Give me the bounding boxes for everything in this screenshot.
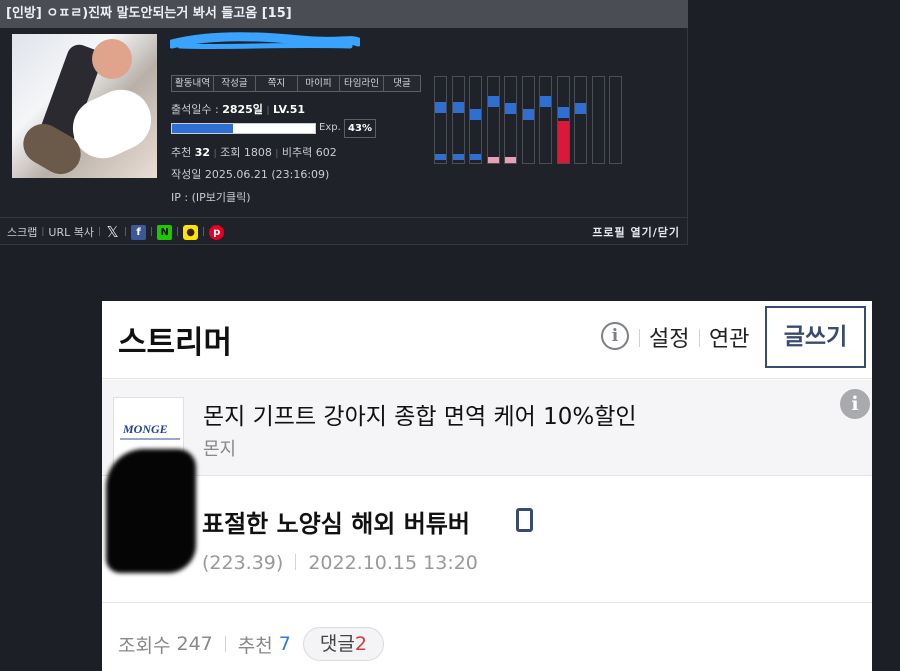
tab-comments[interactable]: 댓글 — [383, 75, 421, 92]
nonrec-count: 비추력 602 — [281, 146, 337, 159]
activity-mark-top — [435, 101, 446, 113]
mobile-screenshot: 스트리머 i 설정 연관 글쓰기 MONGE 몬지 기프트 강아지 종합 면역 … — [102, 301, 872, 671]
recommend-label-m: 추천 — [237, 634, 273, 657]
author-ip: (223.39) — [202, 552, 284, 574]
activity-mark-top — [557, 106, 569, 118]
facebook-icon[interactable]: f — [131, 224, 147, 240]
activity-column — [574, 76, 587, 164]
views-label: 조회수 — [118, 634, 171, 657]
activity-mark-bottom — [487, 157, 499, 164]
post-title: [인방] ㅇㅍㄹ)진짜 말도안되는거 봐서 들고옴 [15] — [0, 0, 688, 28]
profile-toggle-button[interactable]: 프로필 열기/닫기 — [592, 224, 680, 240]
post-stats-line: 추천 32 | 조회 1808 | 비추력 602 — [171, 146, 337, 159]
x-icon[interactable]: 𝕏 — [105, 224, 120, 240]
post-date: 작성일 2025.06.21 (23:16:09) — [171, 168, 330, 181]
activity-mark-top — [575, 103, 586, 115]
related-link[interactable]: 연관 — [709, 321, 749, 353]
tab-posts[interactable]: 작성글 — [213, 75, 255, 92]
activity-column — [469, 76, 482, 164]
activity-mark-top — [505, 103, 516, 115]
exp-progress-fill — [172, 124, 234, 133]
reply-button[interactable]: 댓글2 — [302, 627, 384, 661]
redaction-blob — [106, 449, 196, 573]
activity-mark-bottom — [470, 153, 481, 160]
activity-column — [609, 76, 622, 164]
naver-icon[interactable]: N — [157, 224, 173, 240]
views-value: 247 — [176, 633, 213, 655]
post-datetime: 2022.10.15 13:20 — [308, 552, 478, 574]
attendance-label: 출석일수 : — [171, 103, 219, 116]
board-header: 스트리머 i 설정 연관 글쓰기 — [102, 301, 872, 379]
scrap-button[interactable]: 스크랩 — [7, 224, 37, 240]
tab-activity[interactable]: 활동내역 — [171, 75, 213, 92]
activity-column — [591, 76, 605, 164]
ad-brand: 몬지 — [203, 439, 237, 460]
activity-mark-top — [452, 101, 464, 113]
activity-column — [504, 76, 517, 164]
recommend-value-m: 7 — [278, 633, 291, 655]
attendance-value: 2825일 — [222, 103, 263, 116]
activity-mark-bottom — [505, 157, 516, 164]
profile-tabs: 활동내역 작성글 쪽지 마이피 타임라인 댓글 — [171, 75, 421, 92]
url-copy-button[interactable]: URL 복사 — [48, 224, 94, 240]
tab-timeline[interactable]: 타임라인 — [339, 75, 383, 92]
views-count: 조회 1808 — [220, 146, 272, 159]
post-stats: 조회수 247 추천 7 댓글2 — [102, 604, 872, 671]
activity-column — [539, 76, 552, 164]
post-profile-panel: [인방] ㅇㅍㄹ)진짜 말도안되는거 봐서 들고옴 [15] 활동내역 작성글 … — [0, 0, 688, 245]
ad-logo-text: MONGE — [123, 422, 168, 436]
post-headline: 표절한 노양심 해외 버튜버 — [202, 510, 470, 538]
kakao-icon[interactable]: ● — [183, 224, 199, 240]
activity-mark-bottom — [435, 153, 446, 160]
post-header: 표절한 노양심 해외 버튜버 (223.39) 2022.10.15 13:20 — [102, 477, 872, 603]
activity-mark-bottom — [452, 153, 464, 160]
reply-count: 2 — [354, 633, 367, 655]
exp-label: Exp. — [319, 122, 341, 133]
attendance-line: 출석일수 : 2825일 | LV.51 — [171, 103, 306, 116]
activity-column — [434, 76, 447, 164]
exp-percent: 43% — [344, 119, 376, 138]
activity-mark-top — [540, 96, 551, 108]
exp-progress-bar — [171, 123, 316, 134]
tab-mypi[interactable]: 마이피 — [297, 75, 339, 92]
activity-column — [451, 76, 465, 164]
write-button[interactable]: 글쓰기 — [765, 306, 866, 368]
recommend-label: 추천 — [171, 146, 192, 159]
activity-column — [521, 76, 535, 164]
pinterest-icon[interactable]: p — [209, 224, 225, 240]
user-level: LV.51 — [272, 103, 306, 116]
recommend-count: 32 — [194, 146, 211, 159]
share-bar: 스크랩 | URL 복사 | 𝕏 | f | N | ● | p 프로필 열기/… — [0, 217, 688, 245]
tab-messages[interactable]: 쪽지 — [255, 75, 297, 92]
activity-mark-top — [470, 108, 481, 120]
info-icon[interactable]: i — [601, 322, 629, 350]
board-title: 스트리머 — [118, 325, 233, 361]
ad-info-icon[interactable]: i — [840, 389, 870, 419]
activity-mark-top — [487, 96, 499, 108]
ad-banner[interactable]: MONGE 몬지 기프트 강아지 종합 면역 케어 10%할인 몬지 i — [102, 380, 872, 476]
settings-link[interactable]: 설정 — [649, 321, 689, 353]
ad-title[interactable]: 몬지 기프트 강아지 종합 면역 케어 10%할인 — [203, 397, 637, 431]
activity-column — [556, 76, 570, 164]
activity-mark-top — [522, 108, 534, 120]
activity-column — [486, 76, 500, 164]
ip-link[interactable]: IP : (IP보기클릭) — [171, 189, 251, 205]
redacted-nickname — [170, 32, 360, 50]
mobile-device-icon — [516, 508, 533, 532]
reply-label: 댓글 — [319, 633, 355, 655]
profile-avatar[interactable] — [12, 34, 157, 178]
activity-mark-bottom — [557, 121, 569, 163]
